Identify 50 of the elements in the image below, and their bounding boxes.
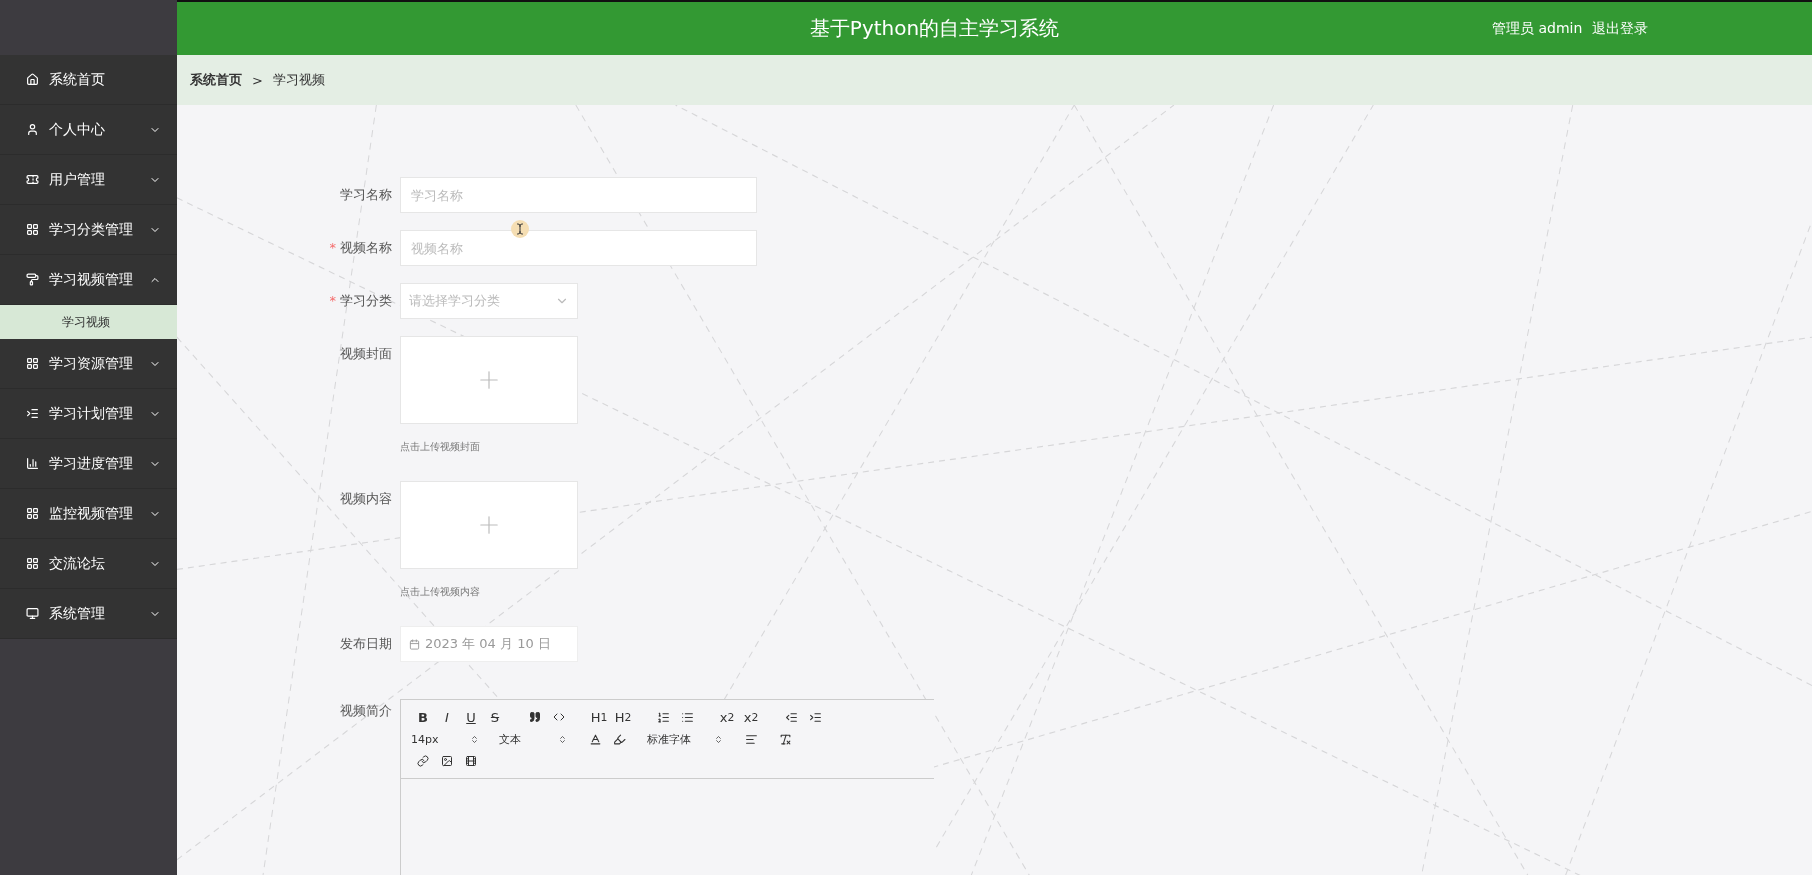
- grid-icon: [26, 223, 39, 236]
- ticket-icon: [26, 173, 39, 186]
- sidebar-item[interactable]: 学习分类管理: [0, 205, 177, 255]
- monitor-icon: [26, 607, 39, 620]
- field-label: 学习名称: [339, 186, 393, 204]
- text-input[interactable]: 学习名称: [400, 177, 757, 213]
- upload-hint: 点击上传视频内容: [400, 585, 481, 599]
- up-down-icon: [714, 734, 723, 744]
- format-button[interactable]: S: [483, 708, 507, 726]
- format-button[interactable]: I: [435, 708, 459, 726]
- field-label: 视频简介: [339, 702, 393, 720]
- field-label: 发布日期: [339, 635, 393, 653]
- user-icon: [26, 123, 39, 136]
- up-down-icon: [470, 734, 479, 744]
- grid-icon: [26, 557, 39, 570]
- sidebar-item[interactable]: 交流论坛: [0, 539, 177, 589]
- font-select[interactable]: 标准字体: [647, 731, 723, 747]
- sidebar-item[interactable]: 个人中心: [0, 105, 177, 155]
- separator: >: [252, 72, 263, 88]
- app-title: 基于Python的自主学习系统: [808, 15, 1061, 42]
- grid-icon: [26, 507, 39, 520]
- grid-icon: [26, 357, 39, 370]
- sidebar-subitem[interactable]: 学习视频: [0, 305, 177, 339]
- breadcrumb-item[interactable]: 系统首页: [190, 71, 242, 89]
- text-input[interactable]: 视频名称: [400, 230, 757, 266]
- size-select[interactable]: 14px: [411, 732, 479, 746]
- sidebar-item[interactable]: 学习资源管理: [0, 339, 177, 389]
- paint-roller-icon: [26, 273, 39, 286]
- breadcrumb-item[interactable]: 学习视频: [272, 71, 325, 89]
- user-name: 管理员 admin: [1492, 19, 1583, 38]
- upload-hint: 点击上传视频封面: [400, 440, 481, 454]
- list-icon: [26, 407, 39, 420]
- sidebar-item[interactable]: 学习计划管理: [0, 389, 177, 439]
- format-button[interactable]: U: [459, 708, 483, 726]
- up-down-icon: [558, 734, 567, 744]
- field-label: 视频封面: [339, 345, 393, 363]
- sidebar-item[interactable]: 用户管理: [0, 155, 177, 205]
- sidebar-item[interactable]: 系统管理: [0, 589, 177, 639]
- field-label: 视频内容: [339, 490, 393, 508]
- format-button[interactable]: B: [411, 708, 435, 726]
- field-label: * 学习分类: [328, 292, 393, 310]
- calendar-icon: [409, 638, 420, 650]
- sidebar-item[interactable]: 监控视频管理: [0, 489, 177, 539]
- bar-chart-icon: [26, 457, 39, 470]
- field-label: * 视频名称: [328, 239, 393, 257]
- logout-link[interactable]: 退出登录: [1592, 19, 1649, 38]
- home-icon: [26, 73, 39, 86]
- text-cursor-icon: [511, 220, 529, 238]
- sidebar-item[interactable]: 学习进度管理: [0, 439, 177, 489]
- block-select[interactable]: 文本: [499, 731, 567, 747]
